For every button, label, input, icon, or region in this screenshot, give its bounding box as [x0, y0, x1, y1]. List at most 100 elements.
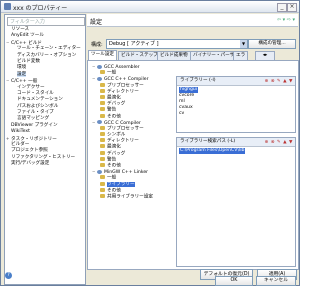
libraries-panel: ライブラリー (-l) ⊕ ⊗ ✎ ▲ ▼ highgui cvcore ml cva…	[176, 76, 296, 133]
tool-tree-label: 最適化	[107, 144, 121, 150]
tab-build-steps[interactable]: ビルド・ステップ	[118, 51, 161, 60]
close-button[interactable]: ×	[287, 3, 297, 12]
tab-scroll-icon[interactable]: ◂▸	[255, 51, 275, 60]
cancel-button[interactable]: キャンセル	[256, 276, 296, 286]
sidebar-item-label: DBViewer プラグイン	[11, 122, 58, 128]
folder-icon	[100, 144, 105, 149]
tool-tree-label: シンボル	[107, 132, 126, 138]
folder-icon	[100, 181, 105, 186]
help-icon[interactable]: ?	[5, 272, 12, 279]
tool-tree-label: デバッグ	[107, 151, 126, 157]
tool-tree-label: その他	[107, 188, 121, 194]
sidebar-item-label: ファイル・タイプ	[17, 110, 54, 116]
tool-tree-label: プリプロセッサー	[107, 126, 144, 132]
tool-tree-label: 一般	[107, 175, 117, 181]
folder-icon	[100, 113, 105, 118]
libraries-header: ライブラリー (-l) ⊕ ⊗ ✎ ▲ ▼	[177, 77, 295, 86]
tab-bar: ツール設定 ビルド・ステップ ビルド成果物 バイナリー・パーサー エラ ◂▸	[87, 50, 298, 60]
sidebar-item[interactable]: 実行/デバッグ設定	[6, 161, 84, 167]
sidebar-item-label: コード・スタイル	[17, 90, 54, 96]
tab-error[interactable]: エラ	[233, 51, 249, 60]
sidebar-item-label: ドキュメンテーション	[17, 97, 63, 103]
folder-icon	[100, 82, 105, 87]
folder-icon	[100, 70, 105, 75]
gear-icon	[97, 64, 102, 69]
manage-configurations-button[interactable]: 構成の管理...	[248, 39, 296, 49]
tool-tree-label: ディレクトリー	[107, 89, 139, 95]
folder-icon	[100, 107, 105, 112]
tool-tree-label: 最適化	[107, 95, 121, 101]
folder-icon	[100, 132, 105, 137]
tool-tree-label: ライブラリー	[107, 182, 135, 188]
tab-tool-settings[interactable]: ツール設定	[88, 50, 117, 60]
nav-arrows-icon[interactable]: ⇦ ▾ ⇨ ▾	[277, 17, 295, 23]
configuration-label: 構成:	[91, 42, 103, 48]
page-header: 設定 ⇦ ▾ ⇨ ▾	[87, 14, 298, 27]
folder-icon	[100, 150, 105, 155]
ok-button[interactable]: OK	[215, 276, 253, 286]
folder-icon	[100, 94, 105, 99]
window-title: xxx のプロパティー	[13, 5, 68, 12]
sidebar-item-label: C/C++ 一般	[11, 79, 38, 85]
folder-icon	[100, 101, 105, 106]
folder-icon	[100, 193, 105, 198]
list-actions-icon[interactable]: ⊕ ⊗ ✎ ▲ ▼	[265, 78, 293, 86]
sidebar-item-label: AnyEdit ツール	[11, 33, 44, 39]
configuration-value: Debug [ アクティブ ]	[109, 41, 159, 47]
library-item[interactable]: cv	[179, 111, 198, 117]
tool-tree-label: その他	[107, 114, 121, 119]
gear-icon	[97, 76, 102, 81]
folder-icon	[100, 88, 105, 93]
sidebar-item-label: 言語マッピング	[17, 116, 50, 122]
library-paths-list[interactable]: C:\Program Files\OpenCV\lib	[179, 148, 246, 154]
sidebar-item-label: タスク・リポジトリー	[11, 136, 57, 142]
tool-tree-label: GCC C Compiler	[104, 120, 141, 126]
sidebar-item-label: リソース	[11, 27, 30, 32]
library-paths-header: ライブラリー検索パス (-L) ⊕ ⊗ ✎ ▲ ▼	[177, 138, 295, 147]
sidebar-item-label: リファクタリング・ヒストリー	[11, 154, 76, 160]
tool-tree-label: プリプロセッサー	[107, 83, 144, 89]
tool-tree-label: 警告	[107, 107, 117, 113]
tool-tree-label: 警告	[107, 157, 117, 163]
sidebar-item-label: パスおよびシンボル	[17, 103, 59, 109]
configuration-select[interactable]: Debug [ アクティブ ] ▼	[106, 39, 248, 49]
sidebar-item-label: WikiText	[11, 129, 30, 135]
sidebar-item-label: 設定	[17, 71, 27, 77]
gear-icon	[97, 169, 102, 174]
tool-tree-label: ディレクトリー	[107, 138, 139, 144]
folder-icon	[100, 138, 105, 143]
sidebar-item-label: プロジェクト参照	[11, 148, 48, 154]
gear-icon	[97, 120, 102, 125]
sidebar: フィルター入力 リソース AnyEdit ツール − C/C++ ビルド ツール・チェー…	[4, 14, 86, 285]
path-actions-icon[interactable]: ⊕ ⊗ ✎ ▲ ▼	[265, 139, 293, 147]
folder-icon	[100, 125, 105, 130]
library-paths-title: ライブラリー検索パス (-L)	[180, 139, 236, 144]
libraries-list[interactable]: highgui cvcore ml cvaux cv	[179, 87, 199, 117]
tool-tree-label: GCC C++ Compiler	[104, 77, 149, 83]
tool-tree-label: デバッグ	[107, 101, 126, 107]
sidebar-item-label: ビルダー	[11, 142, 30, 148]
folder-icon	[100, 175, 105, 180]
tool-tree-label: 共用ライブラリー設定	[107, 194, 153, 200]
folder-icon	[100, 163, 105, 167]
sidebar-item-label: 実行/デバッグ設定	[11, 161, 50, 167]
sidebar-item-label: インデクサー	[17, 84, 45, 90]
title-bar: xxx のプロパティー _ ×	[1, 1, 299, 13]
sidebar-item-label: ディスカバリー・オプション	[17, 52, 77, 58]
sidebar-item-label: ツール・チェーン・エディター	[17, 46, 81, 52]
minimize-button[interactable]: _	[277, 3, 287, 12]
chevron-down-icon[interactable]: ▼	[240, 40, 247, 48]
folder-icon	[100, 187, 105, 192]
tool-settings-pane: − GCC Assembler 一般 − GCC C++ Compiler プリプロセッサ…	[87, 60, 299, 270]
configuration-row: 構成: Debug [ アクティブ ] ▼ 構成の管理...	[87, 39, 298, 49]
sidebar-item-label: 環境	[17, 65, 27, 71]
tool-tree-item[interactable]: 共用ライブラリー設定	[92, 193, 172, 200]
page-title: 設定	[90, 19, 103, 26]
filter-input[interactable]: フィルター入力	[7, 17, 85, 26]
tab-build-artifact[interactable]: ビルド成果物	[157, 51, 191, 60]
libraries-title: ライブラリー (-l)	[180, 78, 216, 83]
library-path-item[interactable]: C:\Program Files\OpenCV\lib	[179, 148, 246, 154]
folder-icon	[100, 156, 105, 161]
app-icon	[4, 3, 11, 10]
tool-tree-label: 一般	[107, 70, 117, 76]
